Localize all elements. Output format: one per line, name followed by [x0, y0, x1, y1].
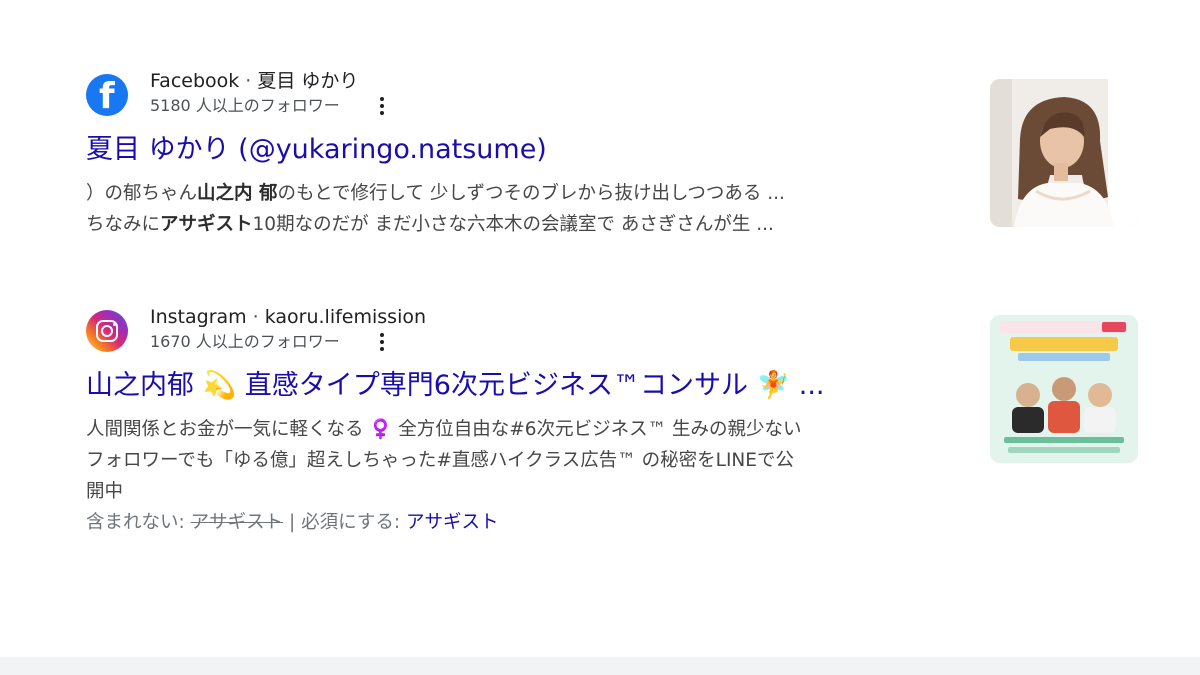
- result-snippet: 人間関係とお金が一気に軽くなる ♀️ 全方位自由な#6次元ビジネス™ 生みの親少…: [86, 414, 966, 507]
- missing-terms-row: 含まれない: アサギスト | 必須にする: アサギスト: [86, 507, 966, 538]
- snippet-line: ）の郁ちゃん山之内 郁のもとで修行して 少しずつそのブレから抜け出しつつある .…: [86, 183, 785, 204]
- source-text: Facebook · 夏目 ゆかり 5180 人以上のフォロワー: [150, 68, 392, 118]
- source-site-name: Instagram: [150, 306, 247, 328]
- search-result-facebook: f Facebook · 夏目 ゆかり 5180 人以上のフォロワー 夏目 ゆかり …: [86, 68, 966, 240]
- missing-label: 含まれない:: [86, 512, 191, 533]
- source-site-name: Facebook: [150, 70, 240, 92]
- snippet-line: 人間関係とお金が一気に軽くなる ♀️ 全方位自由な#6次元ビジネス™ 生みの親少…: [86, 419, 802, 440]
- more-options-icon[interactable]: [372, 94, 392, 118]
- must-include-link[interactable]: アサギスト: [406, 512, 499, 533]
- result-source[interactable]: Instagram · kaoru.lifemission 1670 人以上のフォロ…: [86, 304, 966, 360]
- result-thumbnail-promo[interactable]: [990, 315, 1138, 463]
- source-account-name: kaoru.lifemission: [264, 306, 427, 328]
- source-text: Instagram · kaoru.lifemission 1670 人以上のフォロ…: [150, 304, 426, 354]
- portrait-photo: [990, 79, 1138, 227]
- result-title-link[interactable]: 夏目 ゆかり (@yukaringo.natsume): [86, 130, 966, 170]
- separator: ·: [245, 70, 252, 92]
- snippet-line: フォロワーでも「ゆる億」超えしちゃった#直感ハイクラス広告™ の秘密をLINEで…: [86, 450, 794, 471]
- result-snippet: ）の郁ちゃん山之内 郁のもとで修行して 少しずつそのブレから抜け出しつつある .…: [86, 178, 966, 240]
- source-account-name: 夏目 ゆかり: [257, 70, 359, 92]
- promo-banner-image: [990, 315, 1138, 463]
- follower-count: 1670 人以上のフォロワー: [150, 332, 340, 351]
- facebook-icon: f: [86, 74, 128, 117]
- snippet-line: ちなみにアサギスト10期なのだが まだ小さな六本木の会議室で あさぎさんが生 .…: [86, 214, 774, 235]
- missing-separator: |: [283, 512, 302, 533]
- must-include-label: 必須にする:: [301, 512, 406, 533]
- instagram-icon: [86, 310, 128, 352]
- result-source[interactable]: f Facebook · 夏目 ゆかり 5180 人以上のフォロワー: [86, 68, 966, 124]
- more-options-icon[interactable]: [372, 330, 392, 354]
- missing-term: アサギスト: [190, 512, 284, 533]
- search-result-instagram: Instagram · kaoru.lifemission 1670 人以上のフォロ…: [86, 304, 966, 538]
- separator: ·: [252, 306, 259, 328]
- follower-count: 5180 人以上のフォロワー: [150, 96, 340, 115]
- snippet-line: 開中: [86, 481, 124, 502]
- result-title-link[interactable]: 山之内郁 💫 直感タイプ専門6次元ビジネス™コンサル 🧚 ...: [86, 366, 966, 406]
- result-thumbnail-portrait[interactable]: [990, 79, 1138, 227]
- footer-divider: [0, 657, 1200, 675]
